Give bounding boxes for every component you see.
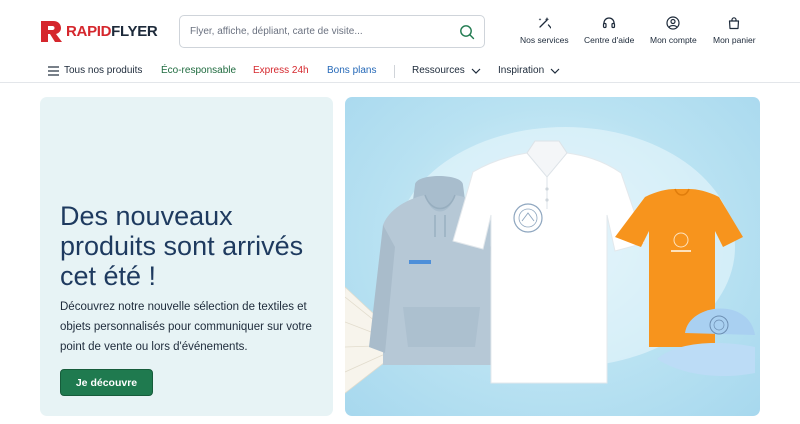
chevron-down-icon — [550, 68, 560, 74]
site-header: RAPIDFLYER Nos services Centre d'aide — [0, 0, 800, 62]
nav-divider — [394, 65, 395, 78]
category-inspiration[interactable]: Inspiration — [498, 65, 560, 76]
nav-account[interactable]: Mon compte — [650, 16, 697, 45]
category-nav: Tous nos produits Éco-responsable Expres… — [0, 62, 800, 83]
nav-services-label: Nos services — [520, 35, 569, 45]
nav-cart-label: Mon panier — [713, 35, 756, 45]
hero-image[interactable] — [345, 97, 760, 416]
search-input[interactable] — [190, 16, 450, 47]
user-icon — [666, 16, 680, 30]
category-all-products-label: Tous nos produits — [64, 65, 143, 76]
nav-services[interactable]: Nos services — [520, 16, 569, 45]
nav-account-label: Mon compte — [650, 35, 697, 45]
nav-cart[interactable]: Mon panier — [713, 16, 756, 45]
bag-icon — [729, 17, 740, 30]
rapidflyer-logo[interactable]: RAPIDFLYER — [40, 19, 158, 43]
search-icon[interactable] — [459, 24, 475, 40]
category-inspiration-label: Inspiration — [498, 65, 545, 76]
logo-text: RAPIDFLYER — [66, 22, 158, 40]
category-eco-label: Éco-responsable — [161, 65, 237, 76]
sparkle-tools-icon — [538, 17, 552, 29]
category-all-products[interactable]: Tous nos produits — [48, 65, 142, 76]
category-resources-label: Ressources — [412, 65, 465, 76]
nav-help-label: Centre d'aide — [584, 35, 635, 45]
category-deals[interactable]: Bons plans — [327, 65, 376, 76]
hero-text-card: Des nouveaux produits sont arrivés cet é… — [40, 97, 333, 416]
category-resources[interactable]: Ressources — [412, 65, 481, 76]
headset-icon — [603, 17, 616, 29]
hero-description: Découvrez notre nouvelle sélection de te… — [60, 301, 312, 353]
discover-button[interactable]: Je découvre — [60, 369, 153, 396]
menu-icon — [48, 65, 59, 76]
category-express-label: Express 24h — [253, 65, 309, 76]
logo-mark-icon — [41, 21, 62, 42]
chevron-down-icon — [471, 68, 481, 74]
hero-title: Des nouveaux produits sont arrivés cet é… — [60, 201, 304, 291]
category-eco[interactable]: Éco-responsable — [161, 65, 236, 76]
category-express[interactable]: Express 24h — [253, 65, 309, 76]
category-deals-label: Bons plans — [327, 65, 377, 76]
nav-help-center[interactable]: Centre d'aide — [584, 16, 634, 45]
textile-products-illustration — [345, 127, 755, 394]
search-box — [179, 15, 485, 48]
